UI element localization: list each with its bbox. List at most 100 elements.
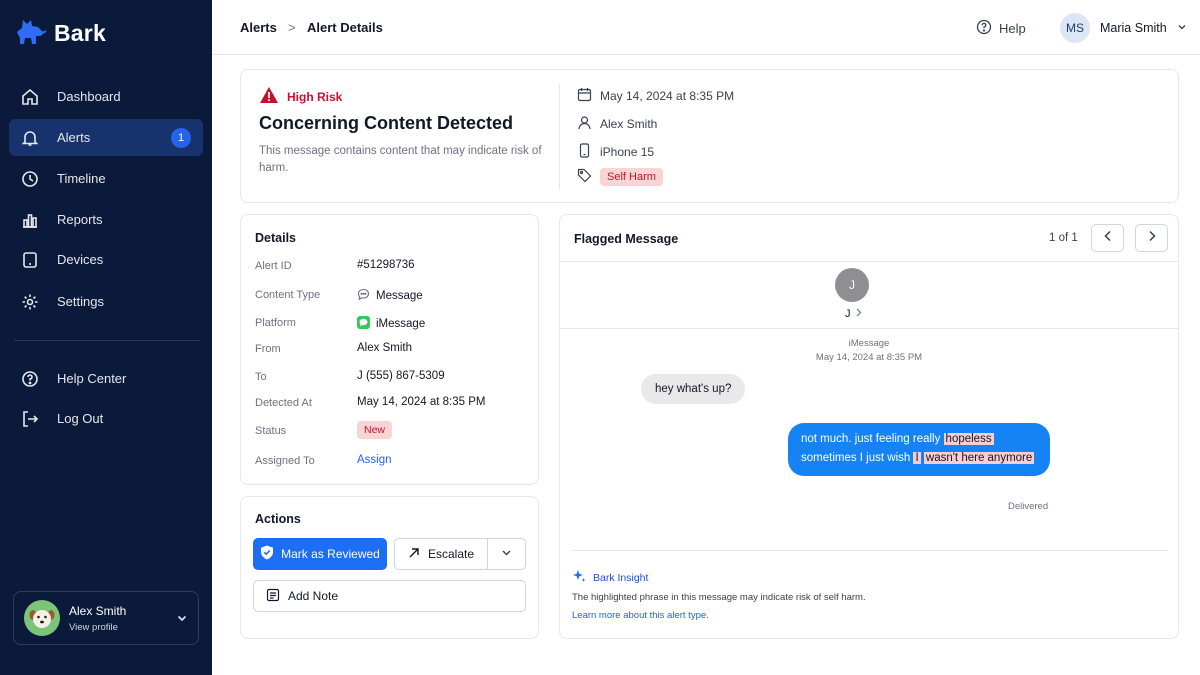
shield-check-icon bbox=[260, 545, 274, 563]
divider bbox=[572, 550, 1168, 551]
warning-icon bbox=[259, 86, 279, 107]
divider bbox=[559, 84, 560, 190]
detail-label: Content Type bbox=[255, 289, 321, 301]
escalate-split-button: Escalate bbox=[394, 538, 526, 570]
sidebar-item-help-center[interactable]: Help Center bbox=[9, 360, 203, 397]
flagged-header: Flagged Message 1 of 1 bbox=[560, 215, 1178, 262]
details-card: Details Alert ID #51298736 Content Type … bbox=[240, 214, 539, 485]
alert-person: Alex Smith bbox=[577, 115, 657, 133]
top-bar: Alerts > Alert Details Help MS Maria Smi… bbox=[212, 0, 1200, 55]
sidebar-item-label: Dashboard bbox=[57, 89, 121, 104]
delivered-status: Delivered bbox=[1008, 501, 1049, 512]
tag-icon bbox=[577, 168, 592, 186]
risk-level: High Risk bbox=[259, 86, 342, 107]
content-type-value: Message bbox=[357, 288, 423, 304]
alert-device: iPhone 15 bbox=[577, 143, 654, 161]
mark-reviewed-button[interactable]: Mark as Reviewed bbox=[253, 538, 387, 570]
actions-card: Actions Mark as Reviewed Escalate Add No… bbox=[240, 496, 539, 639]
user-name: Maria Smith bbox=[1100, 21, 1167, 35]
sidebar-item-label: Log Out bbox=[57, 411, 104, 426]
chevron-down-icon bbox=[1177, 19, 1187, 37]
detail-label: Detected At bbox=[255, 397, 312, 409]
phone-icon bbox=[577, 143, 592, 161]
breadcrumb-current: Alert Details bbox=[307, 20, 383, 35]
gear-icon bbox=[19, 291, 41, 313]
escalate-button[interactable]: Escalate bbox=[395, 539, 488, 569]
detail-label: To bbox=[255, 371, 267, 383]
sidebar-item-alerts[interactable]: Alerts 1 bbox=[9, 119, 203, 156]
bar-chart-icon bbox=[19, 209, 41, 231]
next-button[interactable] bbox=[1135, 224, 1168, 252]
highlighted-phrase: wasn't here anymore bbox=[923, 452, 1035, 464]
alert-summary-card: High Risk Concerning Content Detected Th… bbox=[240, 69, 1179, 203]
help-button[interactable]: Help bbox=[976, 19, 1026, 38]
bell-icon bbox=[19, 127, 41, 149]
highlighted-phrase: hopeless bbox=[943, 433, 994, 445]
sparkle-icon bbox=[572, 569, 586, 586]
thread-service: iMessage bbox=[848, 338, 890, 349]
alert-title: Concerning Content Detected bbox=[259, 113, 514, 133]
highlighted-phrase: I bbox=[913, 452, 921, 464]
chevron-down-icon[interactable] bbox=[176, 611, 188, 629]
alert-description: This message contains content that may i… bbox=[259, 145, 542, 174]
incoming-message: hey what's up? bbox=[641, 374, 746, 404]
note-icon bbox=[266, 588, 280, 605]
detail-label: Assigned To bbox=[255, 455, 315, 467]
sidebar-item-devices[interactable]: Devices bbox=[9, 241, 203, 278]
app-name: Bark bbox=[54, 20, 106, 46]
app-logo[interactable]: Bark bbox=[14, 14, 106, 53]
view-profile-link[interactable]: View profile bbox=[69, 622, 126, 633]
sidebar-item-timeline[interactable]: Timeline bbox=[9, 160, 203, 197]
home-icon bbox=[19, 86, 41, 108]
clock-icon bbox=[19, 168, 41, 190]
thread-timestamp: May 14, 2024 at 8:35 PM bbox=[815, 352, 923, 363]
help-circle-icon bbox=[19, 368, 41, 390]
to-value: J (555) 867-5309 bbox=[357, 370, 445, 382]
add-note-label: Add Note bbox=[288, 589, 339, 603]
sidebar-item-label: Reports bbox=[57, 212, 103, 227]
dog-logo-icon bbox=[14, 14, 48, 53]
sidebar-item-reports[interactable]: Reports bbox=[9, 201, 203, 238]
sidebar: Bark Dashboard Alerts 1 Timeline Reports… bbox=[0, 0, 212, 675]
detail-label: From bbox=[255, 343, 281, 355]
status-value: New bbox=[357, 421, 393, 439]
escalate-dropdown-button[interactable] bbox=[488, 539, 525, 569]
sidebar-item-log-out[interactable]: Log Out bbox=[9, 400, 203, 437]
detail-label: Platform bbox=[255, 317, 296, 329]
breadcrumb-alerts[interactable]: Alerts bbox=[240, 20, 277, 35]
sidebar-item-label: Devices bbox=[57, 252, 104, 267]
profile-card[interactable]: Alex Smith View profile bbox=[13, 591, 199, 645]
user-icon bbox=[577, 115, 592, 133]
bark-insight-heading: Bark Insight bbox=[572, 569, 648, 586]
device-value: iPhone 15 bbox=[600, 145, 655, 159]
chevron-left-icon bbox=[1103, 229, 1113, 247]
conversation-contact[interactable]: J J bbox=[560, 262, 1178, 329]
alert-category: Self Harm bbox=[577, 168, 663, 186]
alert-datetime: May 14, 2024 at 8:35 PM bbox=[577, 87, 734, 105]
contact-name: J bbox=[845, 308, 862, 320]
avatar: MS bbox=[1060, 13, 1090, 43]
breadcrumb-separator: > bbox=[288, 20, 296, 35]
calendar-icon bbox=[577, 87, 592, 105]
sidebar-item-label: Settings bbox=[57, 294, 104, 309]
mark-reviewed-label: Mark as Reviewed bbox=[281, 547, 380, 561]
alerts-count-badge: 1 bbox=[171, 128, 191, 148]
sidebar-divider bbox=[14, 340, 200, 341]
assign-link[interactable]: Assign bbox=[357, 454, 392, 466]
previous-button[interactable] bbox=[1091, 224, 1124, 252]
sidebar-item-dashboard[interactable]: Dashboard bbox=[9, 78, 203, 115]
sidebar-item-label: Alerts bbox=[57, 130, 91, 145]
learn-more-link[interactable]: Learn more about this alert type. bbox=[572, 610, 709, 621]
add-note-button[interactable]: Add Note bbox=[253, 580, 526, 612]
chevron-right-icon bbox=[1147, 229, 1157, 247]
sidebar-item-settings[interactable]: Settings bbox=[9, 283, 203, 320]
flagged-title: Flagged Message bbox=[574, 232, 679, 246]
chat-bubble-icon bbox=[357, 288, 370, 304]
imessage-icon bbox=[357, 316, 370, 332]
user-menu[interactable]: MS Maria Smith bbox=[1060, 13, 1187, 43]
help-circle-icon bbox=[976, 19, 992, 38]
arrow-up-right-icon bbox=[408, 547, 420, 562]
logout-icon bbox=[19, 408, 41, 430]
outgoing-message: not much. just feeling really hopeless s… bbox=[788, 423, 1050, 476]
status-badge: New bbox=[357, 421, 393, 439]
